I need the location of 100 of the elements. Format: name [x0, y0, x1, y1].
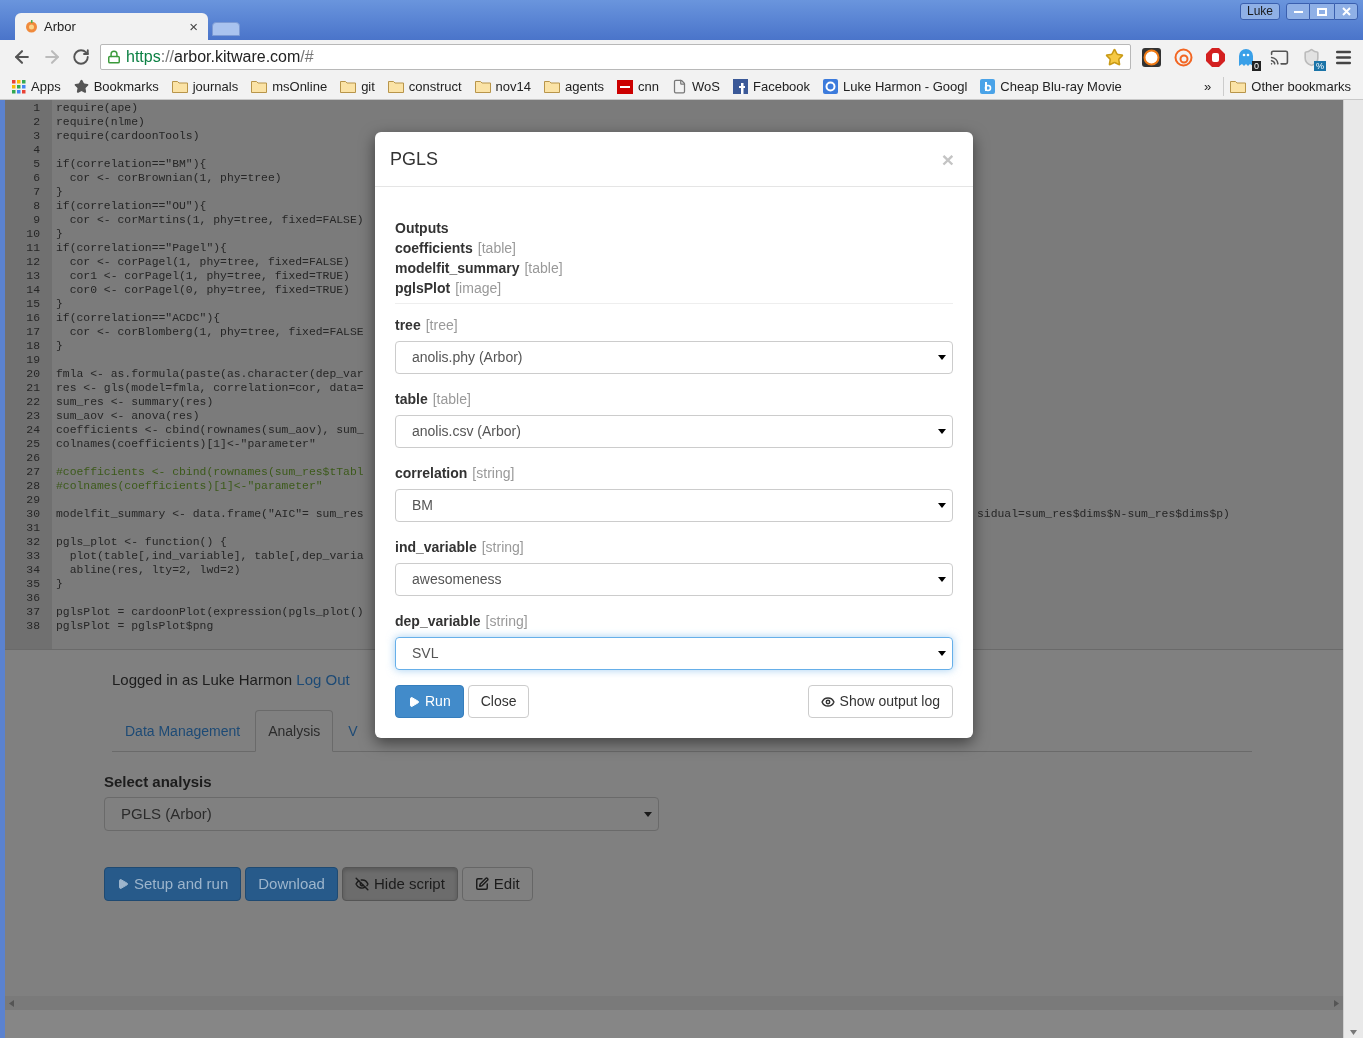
code-line: modelfit_summary <- data.frame("AIC"= sum_res	[56, 508, 364, 520]
output-log-button[interactable]: Show output log	[807, 685, 953, 718]
line-number: 17	[26, 325, 40, 339]
dropdown-field[interactable]: anolis.phy (Arbor)	[395, 341, 953, 374]
folder-icon	[1230, 80, 1247, 93]
folder-icon	[387, 80, 404, 93]
close-dialog-button[interactable]: Close	[467, 685, 530, 718]
line-number: 34	[26, 563, 40, 577]
circle-extension-icon[interactable]	[1142, 47, 1161, 67]
code-line: require(ape)	[56, 102, 139, 114]
field-label: correlation	[395, 464, 468, 483]
code-line: #colnames(coefficients)[1]<-"parameter"	[56, 480, 323, 492]
edit-icon	[474, 877, 489, 891]
tab-close-button[interactable]: ×	[189, 19, 198, 34]
eye-icon	[820, 694, 835, 709]
line-number: 16	[26, 311, 40, 325]
line-number: 22	[26, 395, 40, 409]
star-icon[interactable]	[1105, 47, 1124, 67]
output-type: [image]	[455, 279, 502, 298]
dropdown-field[interactable]: anolis.csv (Arbor)	[395, 415, 953, 448]
code-line: cor <- corBlomberg(1, phy=tree, fixed=FALSE	[68, 326, 364, 338]
scroll-down-icon[interactable]	[1350, 1030, 1357, 1035]
dropdown-field[interactable]: SVL	[395, 637, 953, 670]
folder-icon	[251, 80, 268, 93]
bookmark-link[interactable]: msOnline	[272, 76, 328, 97]
maximize-button[interactable]	[1310, 3, 1334, 20]
more-bookmarks-button[interactable]: »	[1204, 76, 1212, 97]
minimize-button[interactable]	[1286, 3, 1310, 20]
line-number: 3	[33, 129, 40, 143]
field-type: [tree]	[425, 316, 458, 335]
output-name: coefficients	[395, 239, 473, 258]
line-number: 35	[26, 577, 40, 591]
code-line: cor <- corPagel(1, phy=tree, fixed=FALSE)	[68, 256, 350, 268]
code-line: plot(table[,ind_variable], table[,dep_varia	[68, 550, 364, 562]
bookmark-link[interactable]: journals	[192, 76, 239, 97]
site-logo-icon	[823, 79, 839, 94]
line-number: 33	[26, 549, 40, 563]
code-line: if(correlation=="OU"){	[56, 200, 207, 212]
bookmark-link[interactable]: Facebook	[753, 76, 811, 97]
line-number: 29	[26, 493, 40, 507]
bookmark-link[interactable]: Luke Harmon - Googl	[843, 76, 968, 97]
bookmark-link[interactable]: Apps	[31, 76, 61, 97]
field-type: [table]	[432, 390, 471, 409]
ghost-icon[interactable]	[1238, 47, 1254, 66]
vertical-scrollbar[interactable]	[1343, 100, 1363, 1038]
line-number: 37	[26, 605, 40, 619]
field-type: [string]	[472, 464, 515, 483]
cast-icon[interactable]	[1270, 47, 1289, 67]
line-number: 24	[26, 423, 40, 437]
field-label: dep_variable	[395, 612, 481, 631]
line-number: 30	[26, 507, 40, 521]
stop-sign-icon[interactable]	[1206, 47, 1225, 67]
line-number: 5	[33, 157, 40, 171]
back-icon[interactable]	[12, 47, 32, 67]
browser-tab[interactable]: Arbor ×	[15, 13, 208, 40]
address-bar[interactable]: https://arbor.kitware.com/#	[100, 44, 1131, 70]
reload-icon[interactable]	[72, 48, 90, 66]
code-line: if(correlation=="ACDC"){	[56, 312, 221, 324]
code-line: }	[56, 578, 63, 590]
ring-extension-icon[interactable]	[1174, 47, 1193, 67]
output-name: modelfit_summary	[395, 259, 520, 278]
code-line: cor0 <- corPagel(0, phy=tree, fixed=TRUE)	[68, 284, 350, 296]
modal-title: PGLS	[390, 147, 440, 171]
bookmark-link[interactable]: agents	[565, 76, 605, 97]
line-number: 15	[26, 297, 40, 311]
lock-icon	[107, 50, 121, 64]
bookmark-link[interactable]: Bookmarks	[93, 76, 159, 97]
code-line: }	[56, 186, 63, 198]
run-button[interactable]: Run	[395, 685, 464, 718]
close-window-button[interactable]	[1334, 3, 1358, 20]
analysis-select[interactable]: PGLS (Arbor)	[104, 797, 659, 831]
line-number: 25	[26, 437, 40, 451]
close-icon	[1341, 7, 1351, 16]
code-line: cor <- corMartins(1, phy=tree, fixed=FALSE)	[68, 214, 364, 226]
bookmark-link[interactable]: nov14	[495, 76, 532, 97]
line-number: 32	[26, 535, 40, 549]
url-text: https://arbor.kitware.com/#	[126, 47, 315, 67]
line-number: 7	[33, 185, 40, 199]
bookmark-link[interactable]: git	[361, 76, 375, 97]
play-icon	[117, 878, 129, 890]
profile-button[interactable]: Luke	[1239, 3, 1280, 20]
line-number: 18	[26, 339, 40, 353]
line-number: 21	[26, 381, 40, 395]
bookmark-link[interactable]: WoS	[692, 76, 720, 97]
line-number: 20	[26, 367, 40, 381]
bookmark-link[interactable]: cnn	[638, 76, 660, 97]
code-line: if(correlation=="Pagel"){	[56, 242, 227, 254]
bookmark-link[interactable]: Cheap Blu-ray Movie	[1000, 76, 1122, 97]
nav-tab[interactable]: Analysis	[255, 710, 334, 752]
bookmark-link[interactable]: construct	[408, 76, 462, 97]
dropdown-field[interactable]: BM	[395, 489, 953, 522]
action-button[interactable]: Edit	[461, 867, 533, 901]
dropdown-field[interactable]: awesomeness	[395, 563, 953, 596]
output-type: [table]	[477, 239, 516, 258]
line-number: 31	[26, 521, 40, 535]
code-line: sidual=sum_res$dims$N-sum_res$dims$p)	[977, 507, 1230, 521]
code-line: coefficients <- cbind(rownames(sum_aov), sum_	[56, 424, 364, 436]
bookmark-link[interactable]: Other bookmarks	[1251, 76, 1351, 97]
code-line: cor1 <- corPagel(1, phy=tree, fixed=TRUE)	[68, 270, 350, 282]
line-number: 26	[26, 451, 40, 465]
